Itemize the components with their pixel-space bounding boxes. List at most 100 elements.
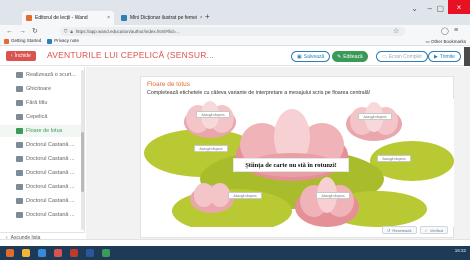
save-label: Salvează	[303, 53, 325, 60]
page-icon	[16, 212, 23, 218]
browser-icon[interactable]	[38, 249, 46, 257]
bookmark-label: Privacy note	[54, 38, 80, 44]
page-icon	[16, 142, 23, 148]
answer-label-4[interactable]: Adaugă răspuns	[377, 155, 411, 162]
check-icon: ✓	[424, 227, 428, 233]
answer-label-1[interactable]: Adaugă răspuns	[196, 111, 230, 118]
sidebar-item-label: Ghicitoare	[26, 86, 52, 92]
other-bookmarks-label: Other Bookmarks	[430, 39, 466, 44]
window-close-button[interactable]: ×	[448, 0, 470, 14]
minimize-icon[interactable]: –	[428, 4, 432, 13]
reset-button[interactable]: ↺ Resetează	[382, 226, 417, 234]
wand-favicon-icon	[26, 15, 32, 21]
app-header: ‹ Închide AVENTURILE LUI CEPELICĂ (SENSU…	[0, 47, 470, 66]
answer-label-2[interactable]: Adaugă răspuns	[358, 113, 392, 120]
sidebar-item-3[interactable]: Fără titlu	[0, 97, 84, 109]
bookmark-label: Getting Started	[11, 38, 42, 44]
page-icon	[16, 100, 23, 106]
page-icon	[16, 86, 23, 92]
bookmark-getting-started[interactable]: Getting Started	[4, 38, 42, 44]
sidebar-item-label: Floare de lotus	[26, 128, 63, 134]
page-icon	[16, 156, 23, 162]
powerpoint-icon[interactable]	[70, 249, 78, 257]
close-editor-label: Închide	[14, 53, 31, 59]
screen: Editorul de lecții - Wand × Mini Dicțion…	[0, 0, 470, 260]
sidebar-item-label: Doctorul Castană ...	[26, 198, 75, 204]
preview-label: Ecran Complet	[388, 53, 422, 60]
sidebar-item-10[interactable]: Doctorul Castană ...	[0, 195, 84, 207]
bookmark-privacy-note[interactable]: Privacy note	[47, 38, 80, 44]
sidebar: Realizează o scurt... Ghicitoare Fără ti…	[0, 67, 85, 239]
account-icon[interactable]: ◯	[441, 27, 449, 35]
page-icon	[16, 198, 23, 204]
answer-label-5[interactable]: Adaugă răspuns	[228, 192, 262, 199]
maximize-icon[interactable]: ▢	[436, 4, 444, 13]
new-tab-button[interactable]: +	[205, 12, 210, 21]
central-message: Știința de carte nu stă în rotunzi!	[233, 158, 349, 172]
clock-time: 16:32	[454, 248, 466, 253]
save-button[interactable]: ▣ Salvează	[291, 51, 331, 62]
sidebar-item-11[interactable]: Doctorul Castană ...	[0, 209, 84, 221]
clock: 16:32	[455, 248, 466, 253]
sidebar-item-8[interactable]: Doctorul Castană ...	[0, 167, 84, 179]
sidebar-item-label: Cepelică	[26, 114, 48, 120]
tab-lesson-editor[interactable]: Editorul de lecții - Wand ×	[22, 11, 114, 25]
shield-icon: ⛉	[64, 29, 68, 34]
sidebar-item-label: Realizează o scurt...	[26, 72, 76, 78]
answer-label-6[interactable]: Adaugă răspuns	[316, 192, 350, 199]
header-edge	[464, 47, 470, 66]
edit-button[interactable]: ✎ Editează	[332, 51, 368, 62]
tab-dictionary[interactable]: Mini Dicționar ilustrat pe femei ×	[117, 11, 202, 25]
chevron-down-icon[interactable]: ⌄	[411, 4, 418, 13]
forward-arrow-icon[interactable]: →	[19, 28, 26, 35]
sidebar-item-active[interactable]: Floare de lotus	[0, 125, 84, 137]
url-text: https://app.wand.education/author/index.…	[75, 29, 180, 34]
monitor-icon: ▭	[382, 53, 387, 60]
dictionary-favicon-icon	[121, 15, 127, 21]
sidebar-item-7[interactable]: Doctorul Castană ...	[0, 153, 84, 165]
sidebar-item-label: Doctorul Castană ...	[26, 212, 75, 218]
word-icon[interactable]	[86, 249, 94, 257]
page-icon	[47, 38, 53, 44]
slide-instruction: Completează etichetele cu câteva variant…	[147, 90, 371, 96]
slide-title: Floare de lotus	[147, 81, 190, 88]
reload-icon[interactable]: ↻	[32, 27, 38, 35]
tab-label: Editorul de lecții - Wand	[35, 15, 88, 21]
firefox-icon[interactable]	[54, 249, 62, 257]
sidebar-item-4[interactable]: Cepelică	[0, 111, 84, 123]
taskbar: 16:32	[0, 246, 470, 260]
bookmark-star-icon[interactable]: ☆	[393, 27, 399, 35]
menu-icon[interactable]: ≡	[454, 27, 458, 34]
address-bar[interactable]: ⛉ 🔒︎ https://app.wand.education/author/i…	[60, 27, 405, 36]
preview-button[interactable]: ▭ Ecran Complet	[376, 51, 428, 62]
play-icon: ▶	[434, 53, 438, 60]
check-label: Verifică	[429, 227, 443, 233]
file-explorer-icon[interactable]	[22, 249, 30, 257]
main-area: Floare de lotus Completează etichetele c…	[86, 67, 470, 239]
page-icon	[16, 128, 23, 134]
back-arrow-icon: ‹	[11, 53, 13, 59]
slide-footer: ↺ Resetează ✓ Verifică	[382, 226, 448, 234]
back-arrow-icon[interactable]: ←	[6, 28, 13, 35]
pencil-icon: ✎	[337, 53, 342, 60]
close-editor-button[interactable]: ‹ Închide	[6, 51, 36, 61]
firefox-icon	[4, 38, 9, 44]
page-title: AVENTURILE LUI CEPELICĂ (SENSUR...	[47, 50, 215, 60]
app-icon[interactable]	[102, 249, 110, 257]
sidebar-item-1[interactable]: Realizează o scurt...	[0, 69, 84, 81]
answer-label-3[interactable]: Adaugă răspuns	[194, 145, 228, 152]
browser-tabstrip: Editorul de lecții - Wand × Mini Dicțion…	[0, 0, 470, 25]
close-icon[interactable]: ×	[107, 15, 110, 21]
close-icon[interactable]: ×	[200, 15, 202, 21]
start-icon[interactable]	[6, 249, 14, 257]
check-button[interactable]: ✓ Verifică	[419, 226, 448, 234]
sidebar-item-label: Doctorul Castană ...	[26, 170, 75, 176]
other-bookmarks[interactable]: ▭ Other Bookmarks	[425, 39, 466, 45]
sidebar-scrollbar-thumb[interactable]	[81, 132, 84, 192]
sidebar-item-9[interactable]: Doctorul Castană ...	[0, 181, 84, 193]
tab-label: Mini Dicționar ilustrat pe femei	[130, 15, 197, 21]
sidebar-item-2[interactable]: Ghicitoare	[0, 83, 84, 95]
page-icon	[16, 184, 23, 190]
next-button[interactable]: ▶ Trimite	[428, 51, 461, 62]
sidebar-item-6[interactable]: Doctorul Castană ...	[0, 139, 84, 151]
